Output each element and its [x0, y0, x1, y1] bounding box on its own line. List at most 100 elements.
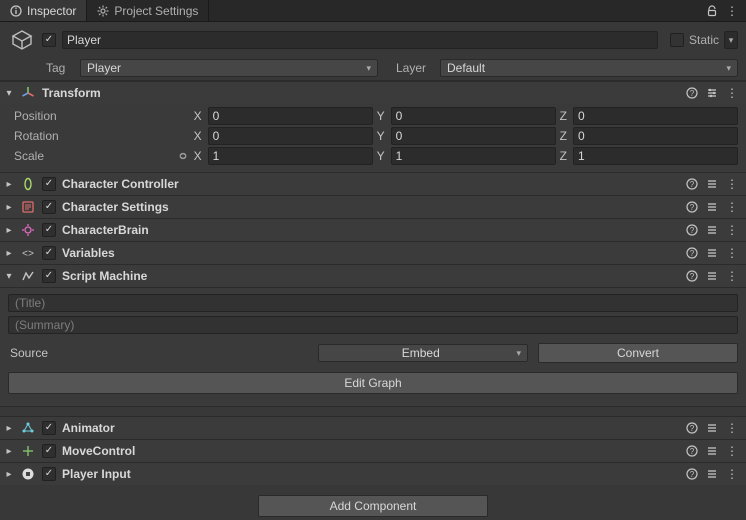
position-y-field[interactable]: [391, 107, 556, 125]
axis-z-label: Z: [560, 129, 569, 143]
svg-text:?: ?: [690, 447, 695, 456]
help-icon[interactable]: ?: [686, 178, 698, 190]
foldout-open-icon: ▾: [4, 88, 14, 99]
lock-icon[interactable]: [706, 5, 718, 17]
axis-z-label: Z: [560, 149, 569, 163]
component-enabled-checkbox[interactable]: ✓: [42, 421, 56, 435]
position-label: Position: [14, 109, 175, 123]
component-header-character-settings[interactable]: ▸ ✓ Character Settings ?⋮: [0, 196, 746, 218]
chevron-down-icon: ▾: [516, 348, 521, 359]
component-header-script-machine[interactable]: ▾ ✓ Script Machine ? ⋮: [0, 265, 746, 287]
convert-button[interactable]: Convert: [538, 343, 738, 363]
component-header-player-input[interactable]: ▸ ✓ Player Input ?⋮: [0, 463, 746, 485]
static-dropdown-icon[interactable]: ▾: [724, 31, 738, 49]
component-enabled-checkbox[interactable]: ✓: [42, 223, 56, 237]
svg-text:?: ?: [690, 89, 695, 98]
graph-title-field[interactable]: (Title): [8, 294, 738, 312]
preset-icon[interactable]: [706, 247, 718, 259]
scale-x-field[interactable]: [208, 147, 373, 165]
component-enabled-checkbox[interactable]: ✓: [42, 269, 56, 283]
help-icon[interactable]: ?: [686, 422, 698, 434]
move-control-icon: [20, 443, 36, 459]
component-title: MoveControl: [62, 444, 680, 458]
layer-value: Default: [447, 61, 485, 75]
context-menu-icon[interactable]: ⋮: [726, 200, 738, 214]
preset-icon[interactable]: [706, 201, 718, 213]
svg-text:?: ?: [690, 424, 695, 433]
preset-icon[interactable]: [706, 224, 718, 236]
scale-z-field[interactable]: [573, 147, 738, 165]
component-title: Animator: [62, 421, 680, 435]
context-menu-icon[interactable]: ⋮: [726, 467, 738, 481]
context-menu-icon[interactable]: ⋮: [726, 421, 738, 435]
component-enabled-checkbox[interactable]: ✓: [42, 177, 56, 191]
help-icon[interactable]: ?: [686, 247, 698, 259]
scale-label: Scale: [14, 149, 172, 163]
context-menu-icon[interactable]: ⋮: [726, 86, 738, 100]
help-icon[interactable]: ?: [686, 445, 698, 457]
position-z-field[interactable]: [573, 107, 738, 125]
rotation-z-field[interactable]: [573, 127, 738, 145]
gameobject-name-field[interactable]: [62, 31, 658, 49]
component-enabled-checkbox[interactable]: ✓: [42, 246, 56, 260]
svg-text:?: ?: [690, 180, 695, 189]
component-header-move-control[interactable]: ▸ ✓ MoveControl ? ⋮: [0, 440, 746, 462]
preset-icon[interactable]: [706, 270, 718, 282]
rotation-y-field[interactable]: [391, 127, 556, 145]
info-icon: [10, 5, 22, 17]
context-menu-icon[interactable]: ⋮: [726, 269, 738, 283]
context-menu-icon[interactable]: ⋮: [726, 246, 738, 260]
help-icon[interactable]: ?: [686, 270, 698, 282]
source-value: Embed: [402, 346, 440, 360]
gameobject-enabled-checkbox[interactable]: ✓: [42, 33, 56, 47]
context-menu-icon[interactable]: ⋮: [726, 223, 738, 237]
axis-y-label: Y: [377, 109, 387, 123]
tab-inspector[interactable]: Inspector: [0, 0, 87, 21]
graph-summary-field[interactable]: (Summary): [8, 316, 738, 334]
component-header-animator[interactable]: ▸ ✓ Animator ?⋮: [0, 417, 746, 439]
help-icon[interactable]: ?: [686, 87, 698, 99]
edit-graph-button[interactable]: Edit Graph: [8, 372, 738, 394]
panel-menu-icon[interactable]: ⋮: [726, 4, 738, 18]
component-enabled-checkbox[interactable]: ✓: [42, 467, 56, 481]
layer-dropdown[interactable]: Default ▾: [440, 59, 738, 77]
component-enabled-checkbox[interactable]: ✓: [42, 200, 56, 214]
foldout-closed-icon: ▸: [4, 179, 14, 190]
svg-text:?: ?: [690, 272, 695, 281]
help-icon[interactable]: ?: [686, 201, 698, 213]
transform-title: Transform: [42, 86, 680, 100]
component-header-transform[interactable]: ▾ Transform ? ⋮: [0, 82, 746, 104]
preset-icon[interactable]: [706, 422, 718, 434]
component-enabled-checkbox[interactable]: ✓: [42, 444, 56, 458]
position-x-field[interactable]: [208, 107, 373, 125]
component-title: Character Settings: [62, 200, 680, 214]
help-icon[interactable]: ?: [686, 224, 698, 236]
foldout-closed-icon: ▸: [4, 446, 14, 457]
variables-icon: <>: [20, 245, 36, 261]
transform-icon: [20, 85, 36, 101]
context-menu-icon[interactable]: ⋮: [726, 177, 738, 191]
preset-icon[interactable]: [706, 445, 718, 457]
scale-y-field[interactable]: [391, 147, 556, 165]
static-checkbox[interactable]: .: [670, 33, 684, 47]
foldout-open-icon: ▾: [4, 271, 14, 282]
svg-text:?: ?: [690, 226, 695, 235]
component-header-character-controller[interactable]: ▸ ✓ Character Controller ?⋮: [0, 173, 746, 195]
rotation-x-field[interactable]: [208, 127, 373, 145]
tag-dropdown[interactable]: Player ▾: [80, 59, 378, 77]
preset-icon[interactable]: [706, 178, 718, 190]
axis-x-label: X: [194, 109, 204, 123]
svg-text:?: ?: [690, 249, 695, 258]
component-header-character-brain[interactable]: ▸ ✓ CharacterBrain ?⋮: [0, 219, 746, 241]
context-menu-icon[interactable]: ⋮: [726, 444, 738, 458]
preset-icon[interactable]: [706, 468, 718, 480]
preset-icon[interactable]: [706, 87, 718, 99]
component-title: Script Machine: [62, 269, 680, 283]
script-machine-icon: [20, 268, 36, 284]
constrain-proportions-icon[interactable]: [176, 149, 190, 163]
source-dropdown[interactable]: Embed ▾: [318, 344, 528, 362]
component-header-variables[interactable]: ▸ <> ✓ Variables ?⋮: [0, 242, 746, 264]
help-icon[interactable]: ?: [686, 468, 698, 480]
tab-project-settings[interactable]: Project Settings: [87, 0, 209, 21]
add-component-button[interactable]: Add Component: [258, 495, 488, 517]
